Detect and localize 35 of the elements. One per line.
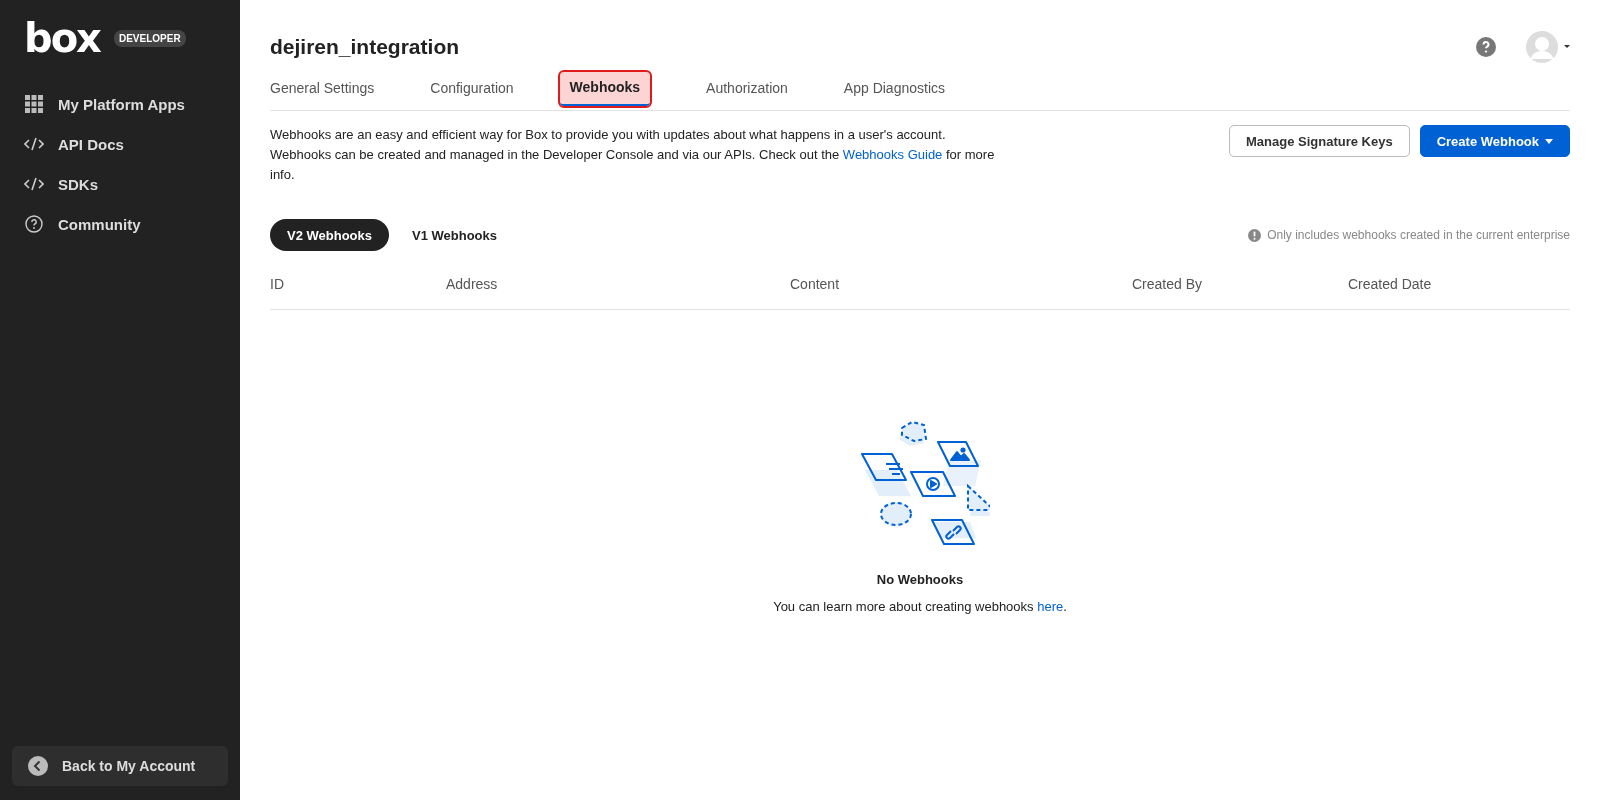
tab[interactable]: App Diagnostics xyxy=(843,80,945,110)
description: Webhooks are an easy and efficient way for Box to provide you with updates about what happens in a user's account. Webhooks can be created and managed in the Developer Console and via our APIs. Check out the Webhooks Guide for more info. xyxy=(270,126,996,184)
box-logo[interactable]: box xyxy=(24,14,100,62)
info-icon xyxy=(1248,228,1262,242)
column-header: Content xyxy=(790,276,841,292)
column-header: Created Date xyxy=(1348,276,1433,292)
code-icon xyxy=(24,137,44,151)
empty-title: No Webhooks xyxy=(876,572,964,587)
tab[interactable]: Webhooks xyxy=(559,72,651,106)
column-header: Address xyxy=(446,276,499,292)
help-icon[interactable] xyxy=(1476,37,1496,57)
app-title: dejiren_integration xyxy=(270,35,460,59)
sidebar-item[interactable]: My Platform Apps xyxy=(12,84,228,124)
back-icon xyxy=(28,756,48,776)
developer-badge: DEVELOPER xyxy=(113,29,186,47)
code-icon xyxy=(24,177,44,191)
back-button[interactable]: Back to My Account xyxy=(12,746,228,786)
tab[interactable]: General Settings xyxy=(270,80,375,110)
create-webhook-button[interactable]: Create Webhook xyxy=(1419,125,1570,157)
manage-keys-button[interactable]: Manage Signature Keys xyxy=(1229,125,1410,157)
notice-text: Only includes webhooks created in the current enterprise xyxy=(1267,228,1570,242)
column-header: ID xyxy=(270,276,285,292)
help-icon xyxy=(24,215,44,233)
sidebar-item[interactable]: API Docs xyxy=(12,124,228,164)
caret-icon xyxy=(1545,138,1553,144)
tab[interactable]: Configuration xyxy=(430,80,514,110)
grid-icon xyxy=(24,95,44,113)
sidebar-item[interactable]: SDKs xyxy=(12,164,228,204)
guide-link[interactable]: Webhooks Guide xyxy=(842,147,943,162)
version-tab[interactable]: V2 Webhooks xyxy=(270,219,389,251)
tab[interactable]: Authorization xyxy=(706,80,788,110)
column-header: Created By xyxy=(1132,276,1204,292)
sidebar-item[interactable]: Community xyxy=(12,204,228,244)
empty-message: You can learn more about creating webhooks here. xyxy=(773,599,1067,614)
version-tab[interactable]: V1 Webhooks xyxy=(395,219,515,251)
